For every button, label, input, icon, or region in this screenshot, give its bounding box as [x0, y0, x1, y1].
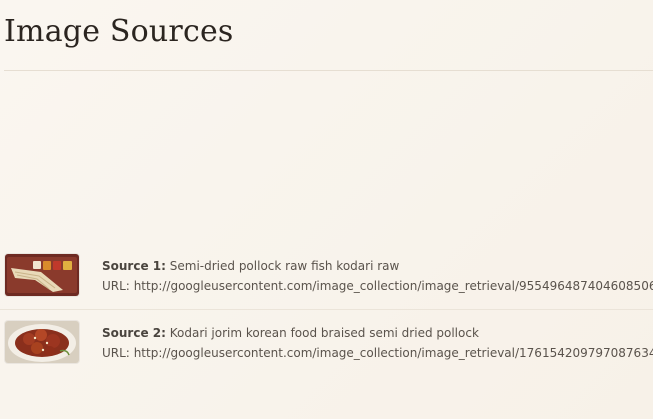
- url-prefix: URL:: [102, 279, 130, 293]
- source-thumbnail[interactable]: [5, 254, 79, 296]
- source-url-link[interactable]: http://googleusercontent.com/image_colle…: [134, 346, 653, 360]
- url-prefix: URL:: [102, 346, 130, 360]
- source-title-line: Source 1: Semi-dried pollock raw fish ko…: [102, 256, 653, 276]
- source-title-line: Source 2: Kodari jorim korean food brais…: [102, 323, 653, 343]
- source-description: Semi-dried pollock raw fish kodari raw: [169, 259, 400, 273]
- source-url-line: URL: http://googleusercontent.com/image_…: [102, 343, 653, 363]
- row-divider: [0, 309, 653, 310]
- source-item: Source 2: Kodari jorim korean food brais…: [0, 312, 653, 370]
- source-description: Kodari jorim korean food braised semi dr…: [169, 326, 479, 340]
- source-label: Source 1:: [102, 259, 166, 273]
- pollock-raw-image: [5, 254, 79, 296]
- source-url-link[interactable]: http://googleusercontent.com/image_colle…: [134, 279, 653, 293]
- braised-pollock-image: [5, 321, 79, 363]
- title-divider: [4, 70, 653, 71]
- source-thumbnail[interactable]: [5, 321, 79, 363]
- source-item: Source 1: Semi-dried pollock raw fish ko…: [0, 245, 653, 303]
- page-title: Image Sources: [4, 14, 234, 49]
- source-url-line: URL: http://googleusercontent.com/image_…: [102, 276, 653, 296]
- source-label: Source 2:: [102, 326, 166, 340]
